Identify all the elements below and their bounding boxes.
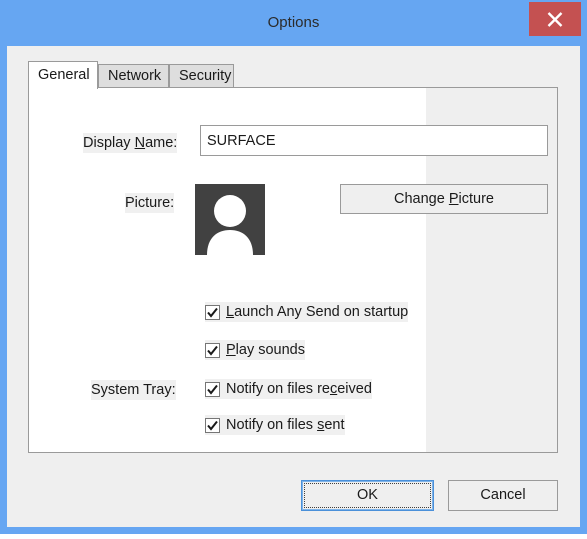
tab-general-label: General	[38, 67, 90, 83]
close-x-icon	[529, 11, 581, 28]
dialog-body: General Network Security Display Name: P…	[7, 46, 580, 527]
display-name-accel: N	[134, 135, 146, 151]
checkbox-row-launch-on-startup[interactable]: Launch Any Send on startup	[205, 302, 409, 322]
system-tray-label: System Tray:	[91, 380, 176, 400]
checkbox-notify-files-sent-label: Notify on files sent	[226, 417, 345, 433]
tab-network-label: Network	[108, 68, 162, 84]
checkbox-launch-on-startup-label: Launch Any Send on startup	[226, 304, 409, 320]
checkbox-notify-files-sent[interactable]	[205, 417, 220, 433]
tab-security[interactable]: Security	[169, 64, 234, 88]
titlebar: Options	[0, 0, 587, 46]
checkbox-notify-files-received-label: Notify on files received	[226, 381, 372, 397]
checkbox-row-notify-files-received[interactable]: Notify on files received	[205, 379, 372, 399]
checkmark-icon	[207, 345, 218, 356]
window-title: Options	[267, 14, 320, 31]
tab-general[interactable]: General	[28, 61, 98, 89]
checkmark-icon	[207, 384, 218, 395]
checkmark-icon	[207, 307, 218, 318]
display-name-input[interactable]	[200, 125, 548, 156]
avatar[interactable]	[195, 184, 265, 255]
tab-network[interactable]: Network	[98, 64, 169, 88]
tab-security-label: Security	[179, 68, 232, 84]
checkbox-row-play-sounds[interactable]: Play sounds	[205, 340, 305, 360]
checkbox-play-sounds-label: Play sounds	[226, 342, 305, 358]
display-name-label: Display Name:	[83, 133, 178, 153]
ok-button-label: OK	[357, 487, 378, 503]
close-button[interactable]	[529, 2, 581, 36]
ok-button[interactable]: OK	[301, 480, 434, 511]
cancel-button-label: Cancel	[480, 487, 526, 503]
cancel-button[interactable]: Cancel	[448, 480, 558, 511]
checkmark-icon	[207, 420, 218, 431]
change-picture-accel: P	[448, 191, 459, 207]
checkbox-notify-files-received[interactable]	[205, 381, 220, 397]
options-dialog-window: Options General Network Security Display…	[0, 0, 587, 534]
picture-label: Picture:	[125, 193, 175, 213]
person-silhouette-icon	[207, 195, 253, 255]
change-picture-button[interactable]: Change Picture	[340, 184, 548, 214]
checkbox-row-notify-files-sent[interactable]: Notify on files sent	[205, 415, 345, 435]
checkbox-play-sounds[interactable]	[205, 342, 220, 358]
checkbox-launch-on-startup[interactable]	[205, 304, 220, 320]
tab-panel-general: Display Name: Picture: Change Picture La	[28, 87, 558, 453]
